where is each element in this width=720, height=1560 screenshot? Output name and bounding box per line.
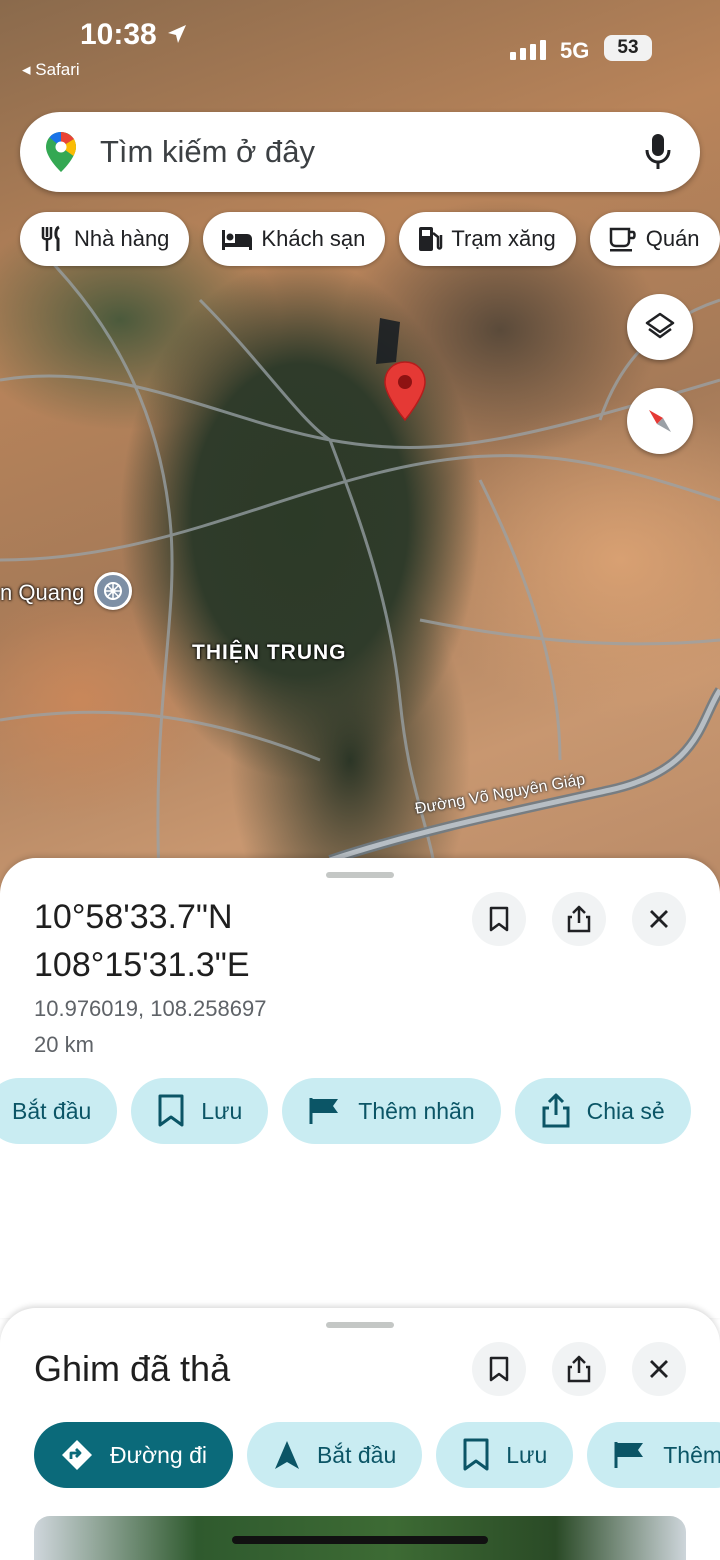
- bookmark-icon: [463, 1438, 489, 1471]
- chip-restaurants[interactable]: Nhà hàng: [20, 212, 190, 266]
- clock: 10:38: [80, 18, 189, 52]
- place-label: THIỆN TRUNG: [192, 641, 347, 664]
- start-button[interactable]: Bắt đầu: [246, 1422, 423, 1488]
- bookmark-icon: [489, 906, 509, 932]
- add-label-button[interactable]: Thêm: [587, 1422, 720, 1488]
- action-label: Bắt đầu: [12, 1097, 92, 1124]
- poi-label[interactable]: n Quang: [0, 580, 84, 606]
- chip-cafes[interactable]: Quán: [589, 212, 720, 266]
- chip-gas-stations[interactable]: Trạm xăng: [399, 212, 576, 266]
- status-bar: 10:38 ◂ Safari 5G 53: [0, 0, 720, 90]
- clock-text: 10:38: [80, 18, 157, 51]
- action-label: Đường đi: [110, 1441, 207, 1468]
- navigation-arrow-icon: [274, 1441, 299, 1469]
- pin-details-sheet: 10°58'33.7"N 108°15'31.3"E 10.976019, 10…: [0, 858, 720, 1318]
- layers-icon: [645, 312, 675, 339]
- share-button[interactable]: [552, 892, 606, 946]
- close-icon: [650, 1360, 668, 1378]
- back-to-safari-link[interactable]: ◂ Safari: [22, 60, 80, 80]
- red-pin-icon[interactable]: [382, 360, 428, 422]
- latitude-dms: 10°58'33.7"N: [34, 898, 233, 936]
- bed-icon: [222, 230, 253, 250]
- share-action-button[interactable]: Chia sẻ: [514, 1078, 691, 1144]
- flag-icon: [309, 1098, 339, 1124]
- close-icon: [650, 910, 668, 928]
- longitude-dms: 108°15'31.3"E: [34, 946, 250, 984]
- temple-poi-icon[interactable]: [94, 572, 132, 610]
- start-button[interactable]: Bắt đầu: [0, 1078, 118, 1144]
- fork-knife-icon: [41, 225, 60, 251]
- search-input[interactable]: Tìm kiếm ở đây: [100, 134, 644, 170]
- chip-hotels[interactable]: Khách sạn: [203, 212, 386, 266]
- add-label-button[interactable]: Thêm nhãn: [282, 1078, 501, 1144]
- save-action-button[interactable]: Lưu: [131, 1078, 269, 1144]
- save-action-button[interactable]: Lưu: [436, 1422, 574, 1488]
- compass-icon: [649, 410, 671, 432]
- action-label: Chia sẻ: [586, 1097, 665, 1124]
- action-label: Lưu: [201, 1097, 243, 1124]
- close-button[interactable]: [632, 892, 686, 946]
- home-indicator[interactable]: [232, 1536, 488, 1544]
- close-button[interactable]: [632, 1342, 686, 1396]
- chip-label: Nhà hàng: [74, 226, 170, 251]
- chip-label: Quán: [645, 226, 700, 251]
- flag-icon: [614, 1442, 644, 1468]
- distance: 20 km: [34, 1032, 94, 1057]
- sheet-drag-handle[interactable]: [326, 872, 394, 878]
- action-label: Thêm: [663, 1441, 720, 1468]
- compass-button[interactable]: [627, 388, 693, 454]
- battery-icon: 53: [604, 35, 652, 61]
- category-chips: Nhà hàng Khách sạn Trạm xăng Quán: [20, 212, 720, 268]
- location-arrow-icon: [168, 25, 187, 43]
- cafe-icon: [609, 227, 636, 252]
- directions-button[interactable]: Đường đi: [34, 1422, 233, 1488]
- sheet-drag-handle[interactable]: [326, 1322, 394, 1328]
- directions-icon: [62, 1440, 92, 1470]
- sheet-title: Ghim đã thả: [34, 1348, 231, 1389]
- bookmark-icon: [158, 1094, 184, 1127]
- microphone-icon[interactable]: [644, 132, 672, 172]
- save-button[interactable]: [472, 892, 526, 946]
- layers-button[interactable]: [627, 294, 693, 360]
- chip-label: Khách sạn: [261, 226, 366, 251]
- share-button[interactable]: [552, 1342, 606, 1396]
- dropped-pin-actions-row: Đường đi Bắt đầu Lưu Thêm: [34, 1422, 720, 1488]
- chip-label: Trạm xăng: [451, 226, 556, 251]
- dharma-wheel-icon: [104, 582, 122, 600]
- pin-actions-row: Bắt đầu Lưu Thêm nhãn Chia sẻ: [0, 1078, 691, 1144]
- network-type: 5G: [560, 38, 590, 63]
- decimal-coordinates: 10.976019, 108.258697: [34, 996, 267, 1021]
- bookmark-icon: [489, 1356, 509, 1382]
- share-icon: [567, 905, 591, 933]
- share-icon: [567, 1355, 591, 1383]
- action-label: Bắt đầu: [316, 1441, 397, 1468]
- share-icon: [542, 1093, 570, 1128]
- gas-pump-icon: [419, 227, 443, 251]
- signal-icon: [510, 40, 546, 60]
- action-label: Thêm nhãn: [358, 1097, 475, 1124]
- action-label: Lưu: [506, 1441, 548, 1468]
- search-bar[interactable]: Tìm kiếm ở đây: [20, 112, 700, 192]
- save-button[interactable]: [472, 1342, 526, 1396]
- google-maps-logo-icon: [46, 132, 76, 172]
